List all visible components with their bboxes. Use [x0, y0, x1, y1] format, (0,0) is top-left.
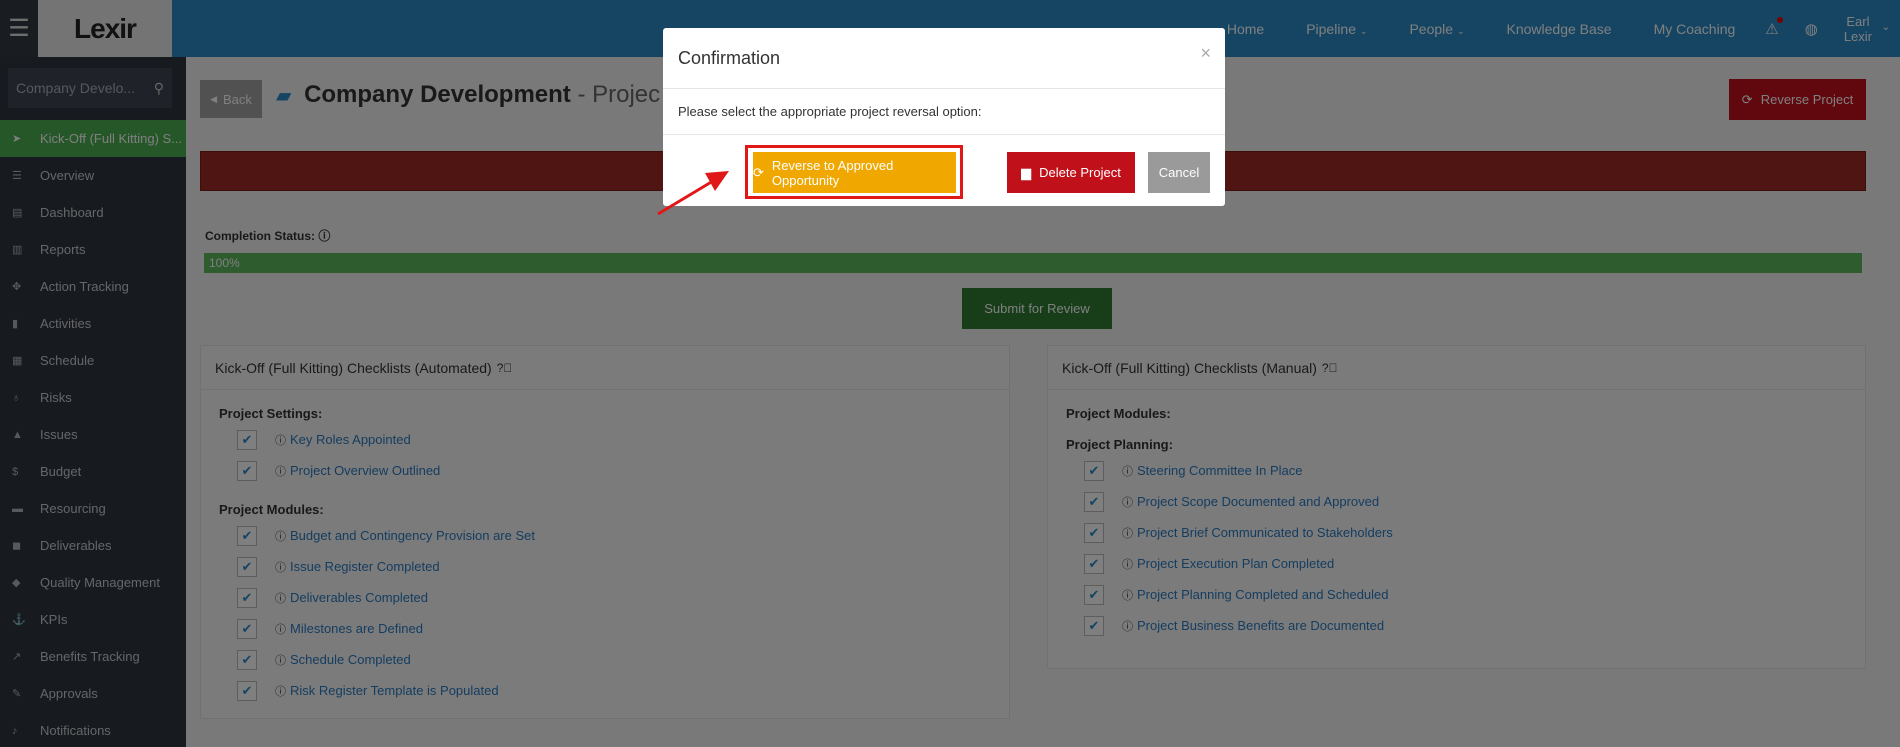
confirmation-modal: Confirmation × Please select the appropr…: [663, 28, 1225, 206]
annotation-arrow-icon: [657, 171, 729, 216]
delete-project-label: Delete Project: [1039, 165, 1121, 180]
refresh-icon: ⟳: [753, 164, 764, 180]
modal-header: Confirmation: [663, 28, 1225, 89]
delete-project-button[interactable]: ▆ Delete Project: [1007, 152, 1135, 193]
cancel-button[interactable]: Cancel: [1148, 152, 1210, 193]
modal-footer: ⟳ Reverse to Approved Opportunity ▆ Dele…: [663, 135, 1225, 205]
modal-title: Confirmation: [678, 47, 781, 68]
trash-icon: ▆: [1021, 164, 1032, 180]
modal-message: Please select the appropriate project re…: [663, 89, 1225, 135]
reverse-to-approved-opportunity-button[interactable]: ⟳ Reverse to Approved Opportunity: [753, 152, 956, 193]
close-icon[interactable]: ×: [1200, 43, 1211, 64]
reverse-to-approved-label: Reverse to Approved Opportunity: [771, 157, 894, 188]
